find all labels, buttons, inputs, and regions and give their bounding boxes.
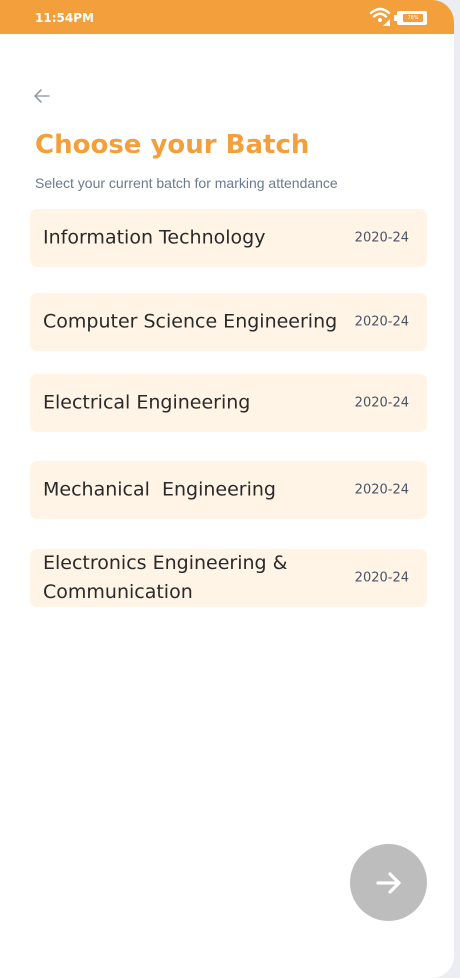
batch-option-computer-science-engineering[interactable]: Computer Science Engineering 2020-24 bbox=[30, 293, 427, 351]
batch-option-electrical-engineering[interactable]: Electrical Engineering 2020-24 bbox=[30, 374, 427, 432]
batch-name: Mechanical Engineering bbox=[43, 478, 276, 501]
batch-year: 2020-24 bbox=[354, 570, 409, 586]
batch-name: Information Technology bbox=[43, 226, 266, 249]
batch-name: Computer Science Engineering bbox=[43, 310, 338, 333]
batch-year: 2020-24 bbox=[354, 482, 409, 498]
back-arrow-icon[interactable] bbox=[32, 86, 52, 111]
wifi-icon bbox=[369, 5, 391, 32]
status-time: 11:54PM bbox=[35, 11, 94, 25]
battery-icon: 78% bbox=[394, 11, 427, 25]
page-title: Choose your Batch bbox=[35, 130, 310, 160]
batch-option-mechanical-engineering[interactable]: Mechanical Engineering 2020-24 bbox=[30, 461, 427, 519]
batch-name: Electrical Engineering bbox=[43, 391, 251, 414]
app-screen: 11:54PM 78% Choose your Batch Select you… bbox=[0, 0, 454, 978]
arrow-right-icon bbox=[376, 872, 401, 894]
batch-year: 2020-24 bbox=[354, 230, 409, 246]
battery-level: 78% bbox=[403, 14, 423, 22]
batch-option-information-technology[interactable]: Information Technology 2020-24 bbox=[30, 209, 427, 267]
batch-name: Electronics Engineering & Communication bbox=[43, 552, 294, 603]
batch-year: 2020-24 bbox=[354, 314, 409, 330]
batch-option-electronics-engineering-communication[interactable]: Electronics Engineering & Communication … bbox=[30, 549, 427, 607]
page-subtitle: Select your current batch for marking at… bbox=[35, 175, 338, 191]
next-button[interactable] bbox=[350, 844, 427, 921]
status-bar: 11:54PM 78% bbox=[0, 0, 454, 34]
batch-year: 2020-24 bbox=[354, 395, 409, 411]
